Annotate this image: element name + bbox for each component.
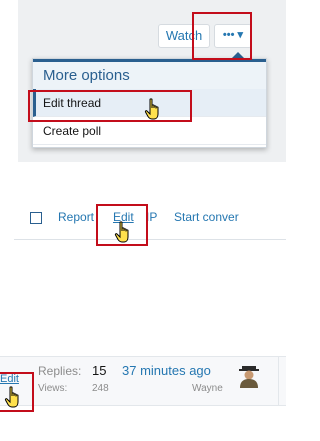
post-action-bar: Report Edit IP Start conver bbox=[14, 194, 286, 240]
highlight-edit-thread bbox=[28, 90, 192, 122]
views-count: 248 bbox=[92, 383, 109, 394]
start-conversation-link[interactable]: Start conver bbox=[174, 210, 239, 224]
last-post-user[interactable]: Wayne bbox=[192, 383, 223, 394]
last-post-time[interactable]: 37 minutes ago bbox=[122, 363, 211, 378]
menu-title: More options bbox=[33, 59, 266, 89]
replies-count: 15 bbox=[92, 363, 107, 378]
avatar[interactable] bbox=[236, 362, 262, 388]
hand-pointer-icon bbox=[144, 98, 164, 122]
replies-label: Replies: bbox=[38, 364, 82, 378]
hand-pointer-icon bbox=[114, 221, 134, 245]
thread-list-row: Edit Replies: 15 Views: 248 37 minutes a… bbox=[0, 356, 286, 406]
views-label: Views: bbox=[38, 383, 68, 394]
report-link[interactable]: Report bbox=[58, 210, 94, 224]
select-checkbox[interactable] bbox=[30, 212, 42, 224]
highlight-more-options bbox=[192, 12, 252, 60]
hand-pointer-icon bbox=[4, 386, 24, 410]
divider bbox=[278, 357, 279, 405]
